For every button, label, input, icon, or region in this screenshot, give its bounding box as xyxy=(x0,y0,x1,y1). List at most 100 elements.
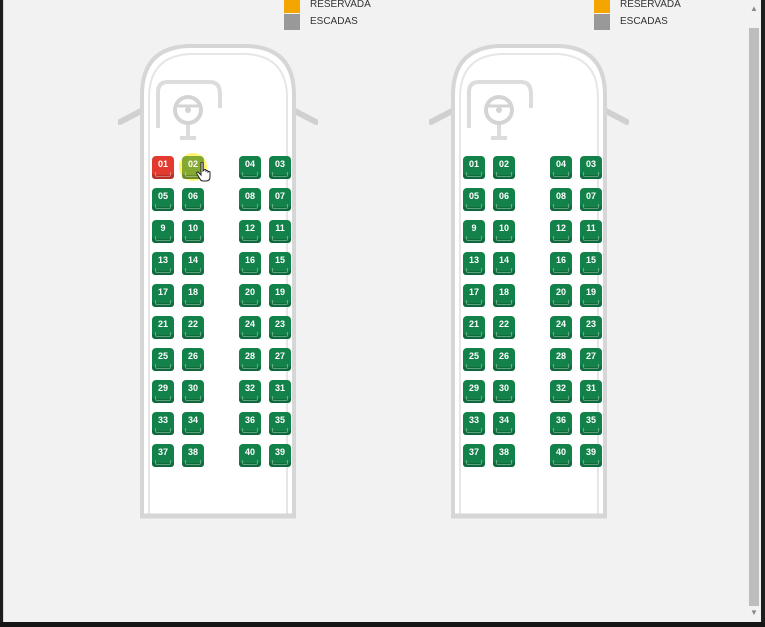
seat-number: 18 xyxy=(187,287,198,297)
seat-number: 17 xyxy=(468,287,479,297)
seat-31[interactable]: 31 xyxy=(269,380,291,403)
seat-number: 25 xyxy=(468,351,479,361)
seat-08[interactable]: 08 xyxy=(550,188,572,211)
seat-08[interactable]: 08 xyxy=(239,188,261,211)
seat-number: 22 xyxy=(187,319,198,329)
seat-36[interactable]: 36 xyxy=(239,412,261,435)
seat-35[interactable]: 35 xyxy=(580,412,602,435)
stairs-swatch xyxy=(284,14,300,30)
seat-05[interactable]: 05 xyxy=(152,188,174,211)
seat-number: 08 xyxy=(244,191,255,201)
seat-25[interactable]: 25 xyxy=(152,348,174,371)
seat-17[interactable]: 17 xyxy=(152,284,174,307)
seat-37[interactable]: 37 xyxy=(152,444,174,467)
seat-03[interactable]: 03 xyxy=(580,156,602,179)
seat-30[interactable]: 30 xyxy=(182,380,204,403)
seat-23[interactable]: 23 xyxy=(580,316,602,339)
seat-number: 19 xyxy=(585,287,596,297)
seat-10[interactable]: 10 xyxy=(493,220,515,243)
seat-20[interactable]: 20 xyxy=(550,284,572,307)
seat-39[interactable]: 39 xyxy=(269,444,291,467)
seat-40[interactable]: 40 xyxy=(550,444,572,467)
seat-32[interactable]: 32 xyxy=(239,380,261,403)
seat-31[interactable]: 31 xyxy=(580,380,602,403)
seat-16[interactable]: 16 xyxy=(550,252,572,275)
seat-37[interactable]: 37 xyxy=(463,444,485,467)
seat-27[interactable]: 27 xyxy=(580,348,602,371)
seat-number: 31 xyxy=(585,383,596,393)
seat-30[interactable]: 30 xyxy=(493,380,515,403)
seat-16[interactable]: 16 xyxy=(239,252,261,275)
seat-25[interactable]: 25 xyxy=(463,348,485,371)
seat-19[interactable]: 19 xyxy=(580,284,602,307)
seat-07[interactable]: 07 xyxy=(580,188,602,211)
seat-11[interactable]: 11 xyxy=(580,220,602,243)
seat-number: 20 xyxy=(244,287,255,297)
seat-32[interactable]: 32 xyxy=(550,380,572,403)
seat-35[interactable]: 35 xyxy=(269,412,291,435)
seat-04[interactable]: 04 xyxy=(550,156,572,179)
scroll-up-icon[interactable]: ▲ xyxy=(749,4,759,14)
seat-26[interactable]: 26 xyxy=(493,348,515,371)
seat-34[interactable]: 34 xyxy=(493,412,515,435)
seat-23[interactable]: 23 xyxy=(269,316,291,339)
seat-33[interactable]: 33 xyxy=(152,412,174,435)
seat-04[interactable]: 04 xyxy=(239,156,261,179)
scrollbar-thumb[interactable] xyxy=(749,28,759,606)
seat-18[interactable]: 18 xyxy=(493,284,515,307)
seat-06[interactable]: 06 xyxy=(182,188,204,211)
vertical-scrollbar[interactable]: ▲ ▼ xyxy=(746,0,761,622)
scroll-down-icon[interactable]: ▼ xyxy=(749,608,759,618)
seat-24[interactable]: 24 xyxy=(239,316,261,339)
seat-07[interactable]: 07 xyxy=(269,188,291,211)
seat-29[interactable]: 29 xyxy=(463,380,485,403)
seat-13[interactable]: 13 xyxy=(463,252,485,275)
seat-19[interactable]: 19 xyxy=(269,284,291,307)
seat-number: 02 xyxy=(498,159,509,169)
seat-26[interactable]: 26 xyxy=(182,348,204,371)
seat-01[interactable]: 01 xyxy=(152,156,174,179)
reserved-swatch xyxy=(594,0,610,13)
seat-29[interactable]: 29 xyxy=(152,380,174,403)
seat-number: 24 xyxy=(244,319,255,329)
seat-21[interactable]: 21 xyxy=(152,316,174,339)
seat-17[interactable]: 17 xyxy=(463,284,485,307)
seat-05[interactable]: 05 xyxy=(463,188,485,211)
seat-03[interactable]: 03 xyxy=(269,156,291,179)
seat-14[interactable]: 14 xyxy=(493,252,515,275)
seat-21[interactable]: 21 xyxy=(463,316,485,339)
seat-14[interactable]: 14 xyxy=(182,252,204,275)
seat-18[interactable]: 18 xyxy=(182,284,204,307)
seat-01[interactable]: 01 xyxy=(463,156,485,179)
seat-9[interactable]: 9 xyxy=(152,220,174,243)
seat-38[interactable]: 38 xyxy=(493,444,515,467)
seat-20[interactable]: 20 xyxy=(239,284,261,307)
seat-33[interactable]: 33 xyxy=(463,412,485,435)
seat-number: 30 xyxy=(498,383,509,393)
seat-28[interactable]: 28 xyxy=(239,348,261,371)
seat-number: 38 xyxy=(498,447,509,457)
seat-11[interactable]: 11 xyxy=(269,220,291,243)
seat-number: 06 xyxy=(187,191,198,201)
seat-39[interactable]: 39 xyxy=(580,444,602,467)
seat-27[interactable]: 27 xyxy=(269,348,291,371)
seat-06[interactable]: 06 xyxy=(493,188,515,211)
seat-34[interactable]: 34 xyxy=(182,412,204,435)
seat-02[interactable]: 02 xyxy=(493,156,515,179)
seat-40[interactable]: 40 xyxy=(239,444,261,467)
seat-36[interactable]: 36 xyxy=(550,412,572,435)
seat-22[interactable]: 22 xyxy=(182,316,204,339)
seat-10[interactable]: 10 xyxy=(182,220,204,243)
seat-9[interactable]: 9 xyxy=(463,220,485,243)
seat-15[interactable]: 15 xyxy=(269,252,291,275)
seat-38[interactable]: 38 xyxy=(182,444,204,467)
seat-15[interactable]: 15 xyxy=(580,252,602,275)
stairs-swatch xyxy=(594,14,610,30)
seat-24[interactable]: 24 xyxy=(550,316,572,339)
seat-22[interactable]: 22 xyxy=(493,316,515,339)
seat-12[interactable]: 12 xyxy=(239,220,261,243)
seat-number: 32 xyxy=(555,383,566,393)
seat-28[interactable]: 28 xyxy=(550,348,572,371)
seat-12[interactable]: 12 xyxy=(550,220,572,243)
seat-13[interactable]: 13 xyxy=(152,252,174,275)
